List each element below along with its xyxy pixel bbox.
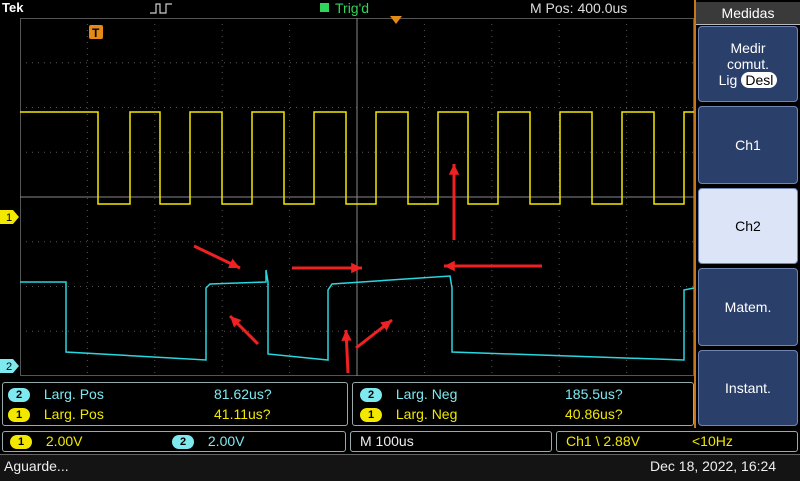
ch1-scale-value: 2.00V bbox=[45, 433, 83, 449]
measurement-row: 1 Larg. Pos bbox=[8, 405, 104, 423]
trigger-status-label: Trig'd bbox=[335, 0, 370, 16]
measurement-value: 185.5us? bbox=[565, 386, 623, 402]
annotation-arrows bbox=[193, 164, 542, 374]
measurement-name: Larg. Pos bbox=[43, 386, 104, 402]
measure-gating-label-2: comut. bbox=[726, 56, 769, 72]
measurement-row: 1 Larg. Neg bbox=[360, 405, 457, 423]
red-arrow bbox=[292, 262, 362, 274]
horizontal-position-marker[interactable] bbox=[390, 16, 402, 25]
menu-ch2-label: Ch2 bbox=[735, 218, 761, 234]
channel-badge: 2 bbox=[8, 388, 30, 402]
red-arrow bbox=[355, 318, 393, 350]
red-arrow bbox=[228, 314, 260, 346]
toggle-on-label: Lig bbox=[718, 72, 738, 88]
red-arrow bbox=[448, 164, 460, 240]
red-arrow bbox=[193, 244, 241, 270]
measurement-name: Larg. Neg bbox=[395, 386, 458, 402]
trigger-status-icon bbox=[320, 3, 329, 12]
horizontal-position-readout: M Pos: 400.0us bbox=[530, 0, 628, 16]
date-time: Dec 18, 2022, 16:24 bbox=[650, 458, 777, 474]
measurement-value: 81.62us? bbox=[214, 386, 272, 402]
measurement-row: 2 Larg. Pos bbox=[8, 385, 104, 403]
menu-snapshot-label: Instant. bbox=[725, 380, 771, 396]
measurement-row: 2 Larg. Neg bbox=[360, 385, 457, 403]
ch2-marker-label: 2 bbox=[6, 361, 12, 373]
ch2-scale-value: 2.00V bbox=[207, 433, 245, 449]
acquisition-icon bbox=[150, 3, 172, 14]
menu-ch1-button[interactable]: Ch1 bbox=[698, 106, 798, 184]
menu-title: Medidas bbox=[696, 2, 800, 25]
measurement-value: 40.86us? bbox=[565, 406, 623, 422]
channel-badge: 2 bbox=[360, 388, 382, 402]
ch2-ground-marker[interactable]: 2 bbox=[0, 357, 20, 375]
trigger-status: Trig'd bbox=[320, 0, 369, 16]
trigger-marker-label: T bbox=[92, 26, 100, 40]
waveform-display[interactable] bbox=[20, 18, 694, 376]
red-arrow bbox=[341, 329, 352, 374]
menu-ch1-label: Ch1 bbox=[735, 137, 761, 153]
measurement-name: Larg. Pos bbox=[43, 406, 104, 422]
channel-badge: 1 bbox=[360, 408, 382, 422]
menu-snapshot-button[interactable]: Instant. bbox=[698, 350, 798, 426]
toggle-off-label: Desl bbox=[741, 72, 778, 88]
menu-math-button[interactable]: Matem. bbox=[698, 268, 798, 346]
ch1-badge: 1 bbox=[10, 435, 32, 449]
measurement-name: Larg. Neg bbox=[395, 406, 458, 422]
ch2-scale[interactable]: 2 2.00V bbox=[172, 432, 244, 450]
measure-gating-label-1: Medir bbox=[730, 40, 766, 56]
measurement-value: 41.11us? bbox=[214, 406, 271, 422]
ch2-badge: 2 bbox=[172, 435, 194, 449]
trigger-position-marker[interactable]: T bbox=[88, 24, 104, 40]
trigger-frequency-readout: <10Hz bbox=[692, 433, 733, 449]
graticule-grid bbox=[20, 18, 694, 376]
ch1-ground-marker[interactable]: 1 bbox=[0, 208, 20, 226]
menu-math-label: Matem. bbox=[724, 299, 772, 315]
brand-logo: Tek bbox=[2, 0, 24, 15]
ch1-marker-label: 1 bbox=[6, 212, 12, 224]
ch1-scale[interactable]: 1 2.00V bbox=[10, 432, 82, 450]
timebase-readout: M 100us bbox=[360, 433, 414, 449]
trigger-level-readout: Ch1 \ 2.88V bbox=[566, 433, 640, 449]
red-arrow bbox=[444, 260, 542, 272]
status-message: Aguarde... bbox=[4, 458, 69, 474]
menu-ch2-button[interactable]: Ch2 bbox=[698, 188, 798, 264]
channel-badge: 1 bbox=[8, 408, 30, 422]
measure-gating-button[interactable]: Medir comut. Lig Desl bbox=[698, 26, 798, 102]
